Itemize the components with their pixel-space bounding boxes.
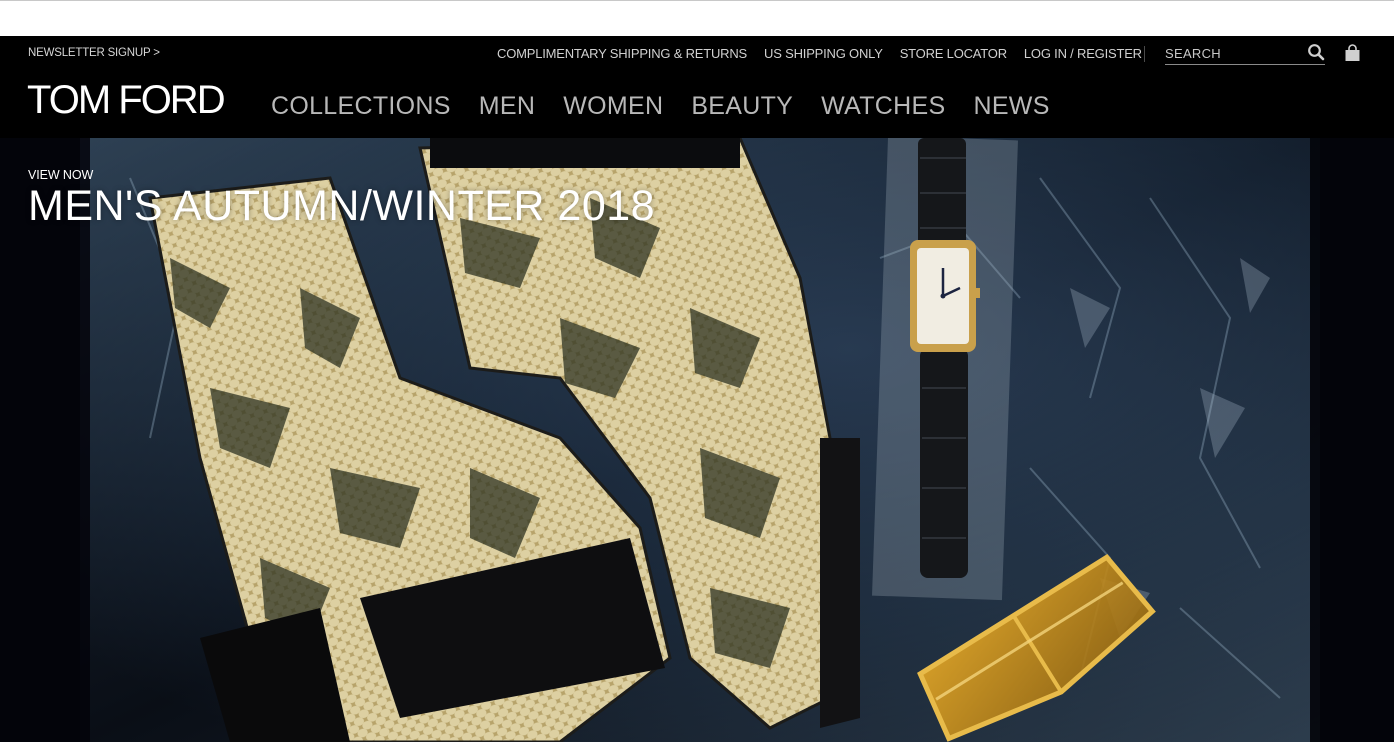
us-shipping-link[interactable]: US SHIPPING ONLY — [764, 46, 883, 61]
nav-collections[interactable]: COLLECTIONS — [271, 91, 451, 121]
search-input[interactable] — [1165, 44, 1295, 62]
nav-women[interactable]: WOMEN — [563, 91, 663, 121]
store-locator-link[interactable]: STORE LOCATOR — [900, 46, 1007, 61]
hero-banner[interactable]: VIEW NOW MEN'S AUTUMN/WINTER 2018 — [0, 138, 1394, 742]
main-nav: COLLECTIONS MEN WOMEN BEAUTY WATCHES NEW… — [271, 91, 1078, 121]
utility-bar: NEWSLETTER SIGNUP > COMPLIMENTARY SHIPPI… — [0, 36, 1394, 74]
hero-title[interactable]: MEN'S AUTUMN/WINTER 2018 — [28, 180, 655, 232]
nav-watches[interactable]: WATCHES — [821, 91, 945, 121]
nav-news[interactable]: NEWS — [973, 91, 1049, 121]
site: NEWSLETTER SIGNUP > COMPLIMENTARY SHIPPI… — [0, 36, 1394, 742]
browser-top-strip — [0, 0, 1394, 36]
nav-men[interactable]: MEN — [479, 91, 535, 121]
utility-divider — [1144, 46, 1145, 62]
complimentary-shipping-link[interactable]: COMPLIMENTARY SHIPPING & RETURNS — [497, 46, 747, 61]
shopping-bag-icon[interactable] — [1344, 44, 1361, 62]
search-icon[interactable] — [1307, 43, 1325, 61]
login-register-link[interactable]: LOG IN / REGISTER — [1024, 46, 1142, 61]
tom-ford-logo[interactable]: TOM FORD — [27, 78, 226, 122]
utility-links: COMPLIMENTARY SHIPPING & RETURNS US SHIP… — [497, 46, 1159, 61]
newsletter-signup-link[interactable]: NEWSLETTER SIGNUP > — [28, 47, 160, 59]
search-box — [1165, 42, 1325, 65]
nav-beauty[interactable]: BEAUTY — [691, 91, 793, 121]
